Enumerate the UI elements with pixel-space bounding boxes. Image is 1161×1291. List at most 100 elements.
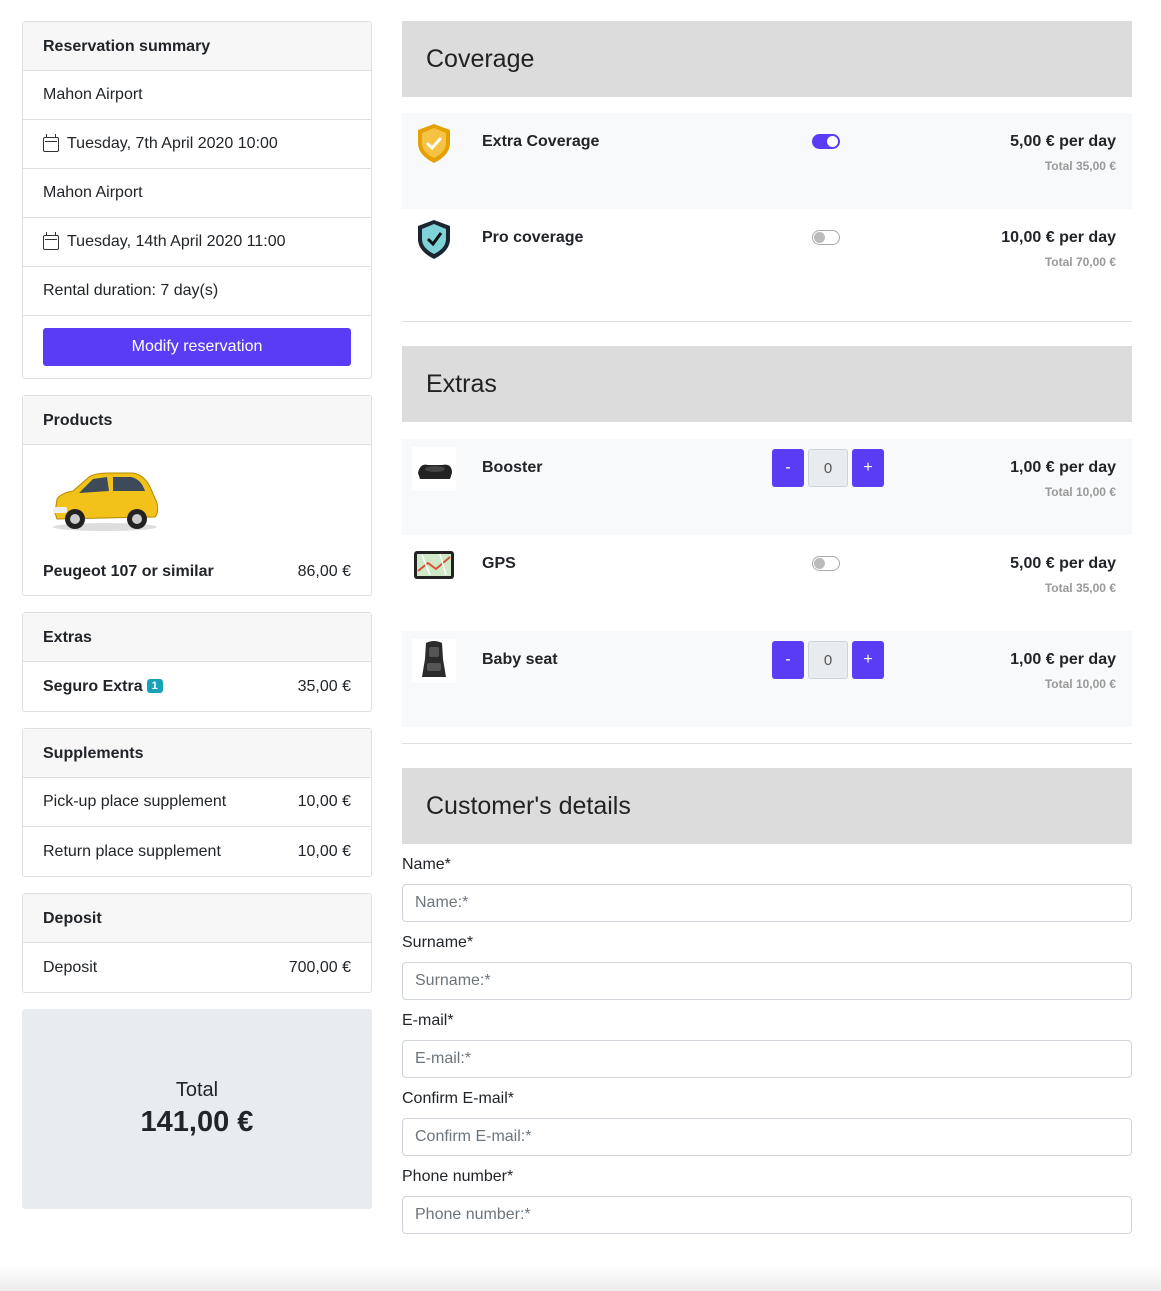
extra-total: Total 10,00 € [1044,485,1116,499]
return-place: Mahon Airport [23,169,371,218]
decrement-button[interactable]: - [772,641,804,679]
total-label: Total [175,1079,219,1101]
booster-seat-icon [412,447,456,491]
extra-total: Total 35,00 € [1044,581,1116,595]
pickup-date: Tuesday, 7th April 2020 10:00 [23,120,371,169]
product-price: 86,00 € [297,563,351,580]
increment-button[interactable]: + [852,641,884,679]
coverage-toggle[interactable] [812,134,840,149]
car-image [53,472,159,531]
supplement-row: Pick-up place supplement 10,00 € [23,778,371,827]
surname-label: Surname* [402,934,474,951]
modify-reservation-button[interactable]: Modify reservation [43,328,351,366]
email-field[interactable] [402,1040,1132,1078]
return-date-text: Tuesday, 14th April 2020 11:00 [67,233,286,250]
deposit-price: 700,00 € [288,958,351,976]
supplement-price: 10,00 € [297,793,351,810]
name-label: Name* [402,856,451,873]
deposit-card: Deposit Deposit 700,00 € [22,893,372,993]
coverage-item: Extra Coverage 5,00 € per day Total 35,0… [402,113,1132,209]
coverage-toggle[interactable] [812,230,840,245]
shield-check-gold-icon [418,124,450,163]
calendar-icon [43,133,59,152]
main-content: Coverage Extra Coverage 5,00 € per day T… [402,21,1132,1234]
gps-device-icon [414,551,454,579]
coverage-price: 5,00 € per day [1010,133,1116,150]
reservation-summary-card: Reservation summary Mahon Airport Tuesda… [22,21,372,379]
total-amount: 141,00 € [140,1106,254,1138]
pickup-date-text: Tuesday, 7th April 2020 10:00 [67,135,278,152]
rental-duration: Rental duration: 7 day(s) [23,267,371,316]
return-date: Tuesday, 14th April 2020 11:00 [23,218,371,267]
gps-toggle[interactable] [812,556,840,571]
extra-price: 35,00 € [297,677,351,695]
quantity-input[interactable] [808,641,848,679]
coverage-name: Pro coverage [482,229,584,246]
name-field[interactable] [402,884,1132,922]
email-label: E-mail* [402,1012,454,1029]
extras-summary-row: Seguro Extra 1 35,00 € [23,662,371,711]
bottom-fade [0,1265,1161,1291]
extras-summary-header: Extras [23,613,371,662]
deposit-row: Deposit 700,00 € [23,943,371,992]
extra-item: GPS 5,00 € per day Total 35,00 € [402,535,1132,631]
coverage-total: Total 35,00 € [1044,159,1116,173]
supplements-header: Supplements [23,729,371,778]
confirm-email-field[interactable] [402,1118,1132,1156]
quantity-stepper: - + [772,641,884,679]
products-header: Products [23,396,371,445]
extra-price: 5,00 € per day [1010,555,1116,572]
coverage-title: Coverage [402,21,1132,97]
quantity-stepper: - + [772,449,884,487]
total-box: Total 141,00 € [22,1009,372,1209]
coverage-name: Extra Coverage [482,133,600,150]
extras-title: Extras [402,346,1132,422]
extras-summary-card: Extras Seguro Extra 1 35,00 € [22,612,372,712]
toggle-knob [814,232,825,243]
phone-field[interactable] [402,1196,1132,1234]
extra-count-badge: 1 [146,679,163,694]
reservation-sidebar: Reservation summary Mahon Airport Tuesda… [22,21,372,1209]
customer-form: Name* Surname* E-mail* Confirm E-mail* P… [402,856,1132,1234]
surname-field[interactable] [402,962,1132,1000]
pickup-place: Mahon Airport [23,71,371,120]
coverage-item: Pro coverage 10,00 € per day Total 70,00… [402,209,1132,305]
decrement-button[interactable]: - [772,449,804,487]
extra-name-group: Seguro Extra 1 [43,678,163,696]
calendar-icon [43,231,59,250]
product-row: Peugeot 107 or similar 86,00 € [43,563,351,581]
phone-label: Phone number* [402,1168,514,1185]
baby-seat-icon [412,639,456,683]
deposit-label: Deposit [43,958,98,976]
customer-details-title: Customer's details [402,768,1132,844]
product-name: Peugeot 107 or similar [43,563,214,580]
extra-name: Baby seat [482,651,558,668]
pickup-date-group: Tuesday, 7th April 2020 10:00 [43,133,278,153]
extra-price: 1,00 € per day [1010,459,1116,476]
toggle-knob [827,136,838,147]
coverage-price: 10,00 € per day [1001,229,1116,246]
shield-check-blue-icon [418,220,450,259]
quantity-input[interactable] [808,449,848,487]
return-place-text: Mahon Airport [43,184,143,201]
reservation-summary-header: Reservation summary [23,22,371,71]
extra-name: Seguro Extra [43,677,143,695]
extra-name: GPS [482,555,516,572]
rental-duration-text: Rental duration: 7 day(s) [43,282,219,299]
products-card: Products Peugeot 107 or similar 86,00 € [22,395,372,596]
supplements-card: Supplements Pick-up place supplement 10,… [22,728,372,877]
supplement-label: Return place supplement [43,842,221,860]
supplement-price: 10,00 € [297,842,351,860]
modify-wrap: Modify reservation [23,316,371,378]
extra-name: Booster [482,459,543,476]
increment-button[interactable]: + [852,449,884,487]
confirm-email-label: Confirm E-mail* [402,1090,515,1107]
product-body: Peugeot 107 or similar 86,00 € [23,445,371,595]
supplement-label: Pick-up place supplement [43,793,227,810]
